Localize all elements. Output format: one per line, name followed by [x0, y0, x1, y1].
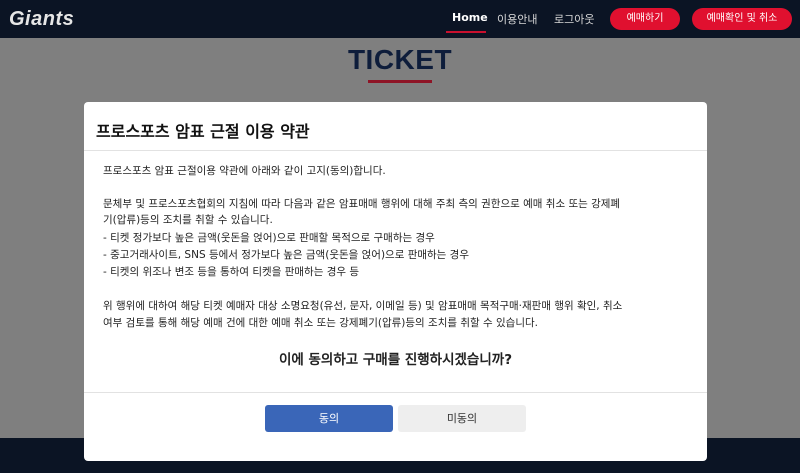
terms-intro: 프로스포츠 암표 근절이용 약관에 아래와 같이 고지(동의)합니다. — [103, 165, 386, 177]
active-nav-indicator — [446, 31, 486, 33]
giants-logo[interactable]: Giants — [9, 8, 74, 31]
terms-bullet-3: - 티켓의 위조나 변조 등을 통하여 티켓을 판매하는 경우 등 — [103, 266, 360, 278]
terms-paragraph-2-line-1: 위 행위에 대하여 해당 티켓 예매자 대상 소명요청(유선, 문자, 이메일 … — [103, 300, 623, 312]
book-ticket-button[interactable]: 예매하기 — [610, 8, 680, 30]
agree-button[interactable]: 동의 — [265, 405, 393, 432]
terms-paragraph-2-line-2: 여부 검토를 통해 해당 예매 건에 대한 예매 취소 또는 강제폐기(압류)등… — [103, 317, 538, 329]
modal-header-divider — [84, 150, 707, 151]
title-underline — [368, 80, 432, 83]
terms-modal: 프로스포츠 암표 근절 이용 약관 프로스포츠 암표 근절이용 약관에 아래와 … — [84, 102, 707, 461]
disagree-button[interactable]: 미동의 — [398, 405, 526, 432]
nav-guide[interactable]: 이용안내 — [497, 11, 537, 27]
nav-logout[interactable]: 로그아웃 — [554, 11, 594, 27]
nav-home[interactable]: Home — [452, 11, 488, 24]
terms-paragraph-1-line-2: 기(압류)등의 조치를 취할 수 있습니다. — [103, 214, 273, 226]
page-title: TICKET — [347, 44, 453, 75]
terms-bullet-1: - 티켓 정가보다 높은 금액(웃돈을 얹어)으로 판매할 목적으로 구매하는 … — [103, 232, 435, 244]
check-cancel-booking-button[interactable]: 예매확인 및 취소 — [692, 8, 792, 30]
terms-bullet-2: - 중고거래사이트, SNS 등에서 정가보다 높은 금액(웃돈을 얹어)으로 … — [103, 249, 470, 261]
terms-paragraph-1-line-1: 문체부 및 프로스포츠협회의 지침에 따라 다음과 같은 암표매매 행위에 대해… — [103, 198, 621, 210]
modal-footer-divider — [84, 392, 707, 393]
top-navbar: Giants Home 이용안내 로그아웃 예매하기 예매확인 및 취소 — [0, 0, 800, 38]
consent-question: 이에 동의하고 구매를 진행하시겠습니까? — [278, 352, 513, 368]
modal-title: 프로스포츠 암표 근절 이용 약관 — [96, 122, 310, 141]
